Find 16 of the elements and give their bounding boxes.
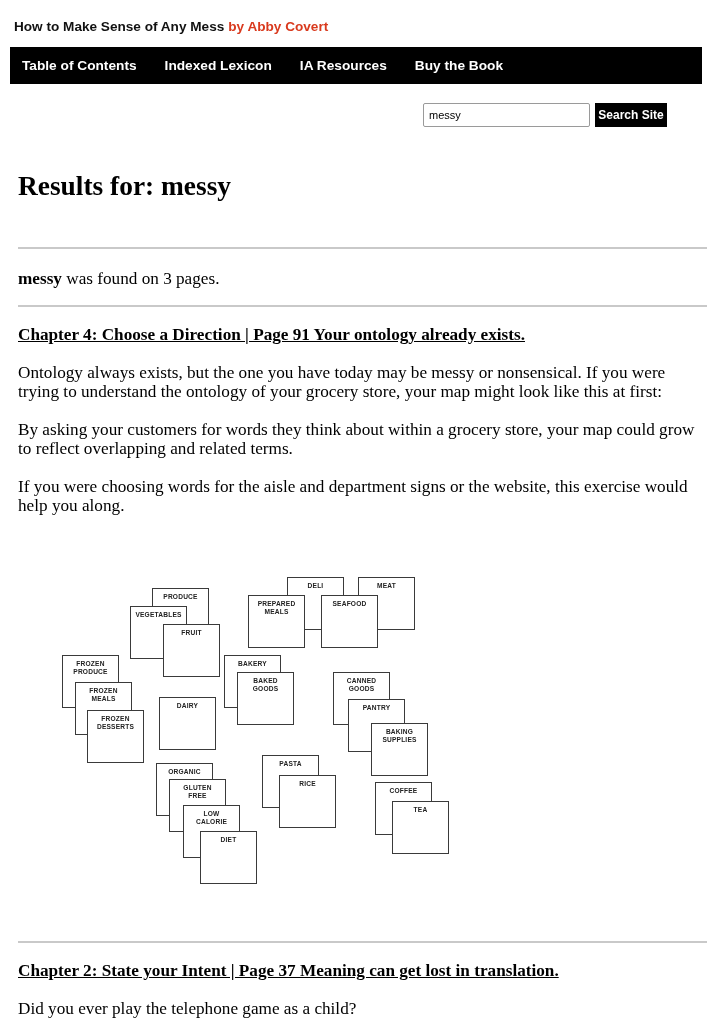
results-summary: messy was found on 3 pages.	[18, 269, 221, 288]
nav-link[interactable]: IA Resources	[299, 56, 387, 75]
search-button[interactable]: Search Site	[595, 103, 667, 127]
result-paragraph: Ontology always exists, but the one you have today may be messy or nonsensical. If you were trying to understand the ontology of your grocery store, your map might look like this at first:	[18, 363, 667, 401]
site-title: How to Make Sense of Any Mess	[14, 19, 225, 34]
nav-link[interactable]: Table of Contents	[22, 56, 137, 75]
author-byline: by Abby Covert	[228, 19, 329, 34]
result-paragraph: If you were choosing words for the aisle and department signs or the website, this exercise would help you along.	[18, 477, 689, 515]
result-paragraph: By asking your customers for words they think about within a grocery store, your map could grow to reflect overlapping and related terms.	[18, 420, 696, 458]
result-link[interactable]: Chapter 2: State your Intent | Page 37 Meaning can get lost in translation.	[18, 961, 559, 980]
search-field[interactable]: messy	[423, 103, 590, 127]
nav-link[interactable]: Indexed Lexicon	[164, 56, 272, 75]
nav-link[interactable]: Buy the Book	[414, 56, 504, 75]
result-paragraph: Did you ever play the telephone game as a child?	[18, 999, 358, 1018]
results-heading: Results for: messy	[18, 171, 232, 201]
result-link[interactable]: Chapter 4: Choose a Direction | Page 91 Your ontology already exists.	[18, 325, 525, 344]
